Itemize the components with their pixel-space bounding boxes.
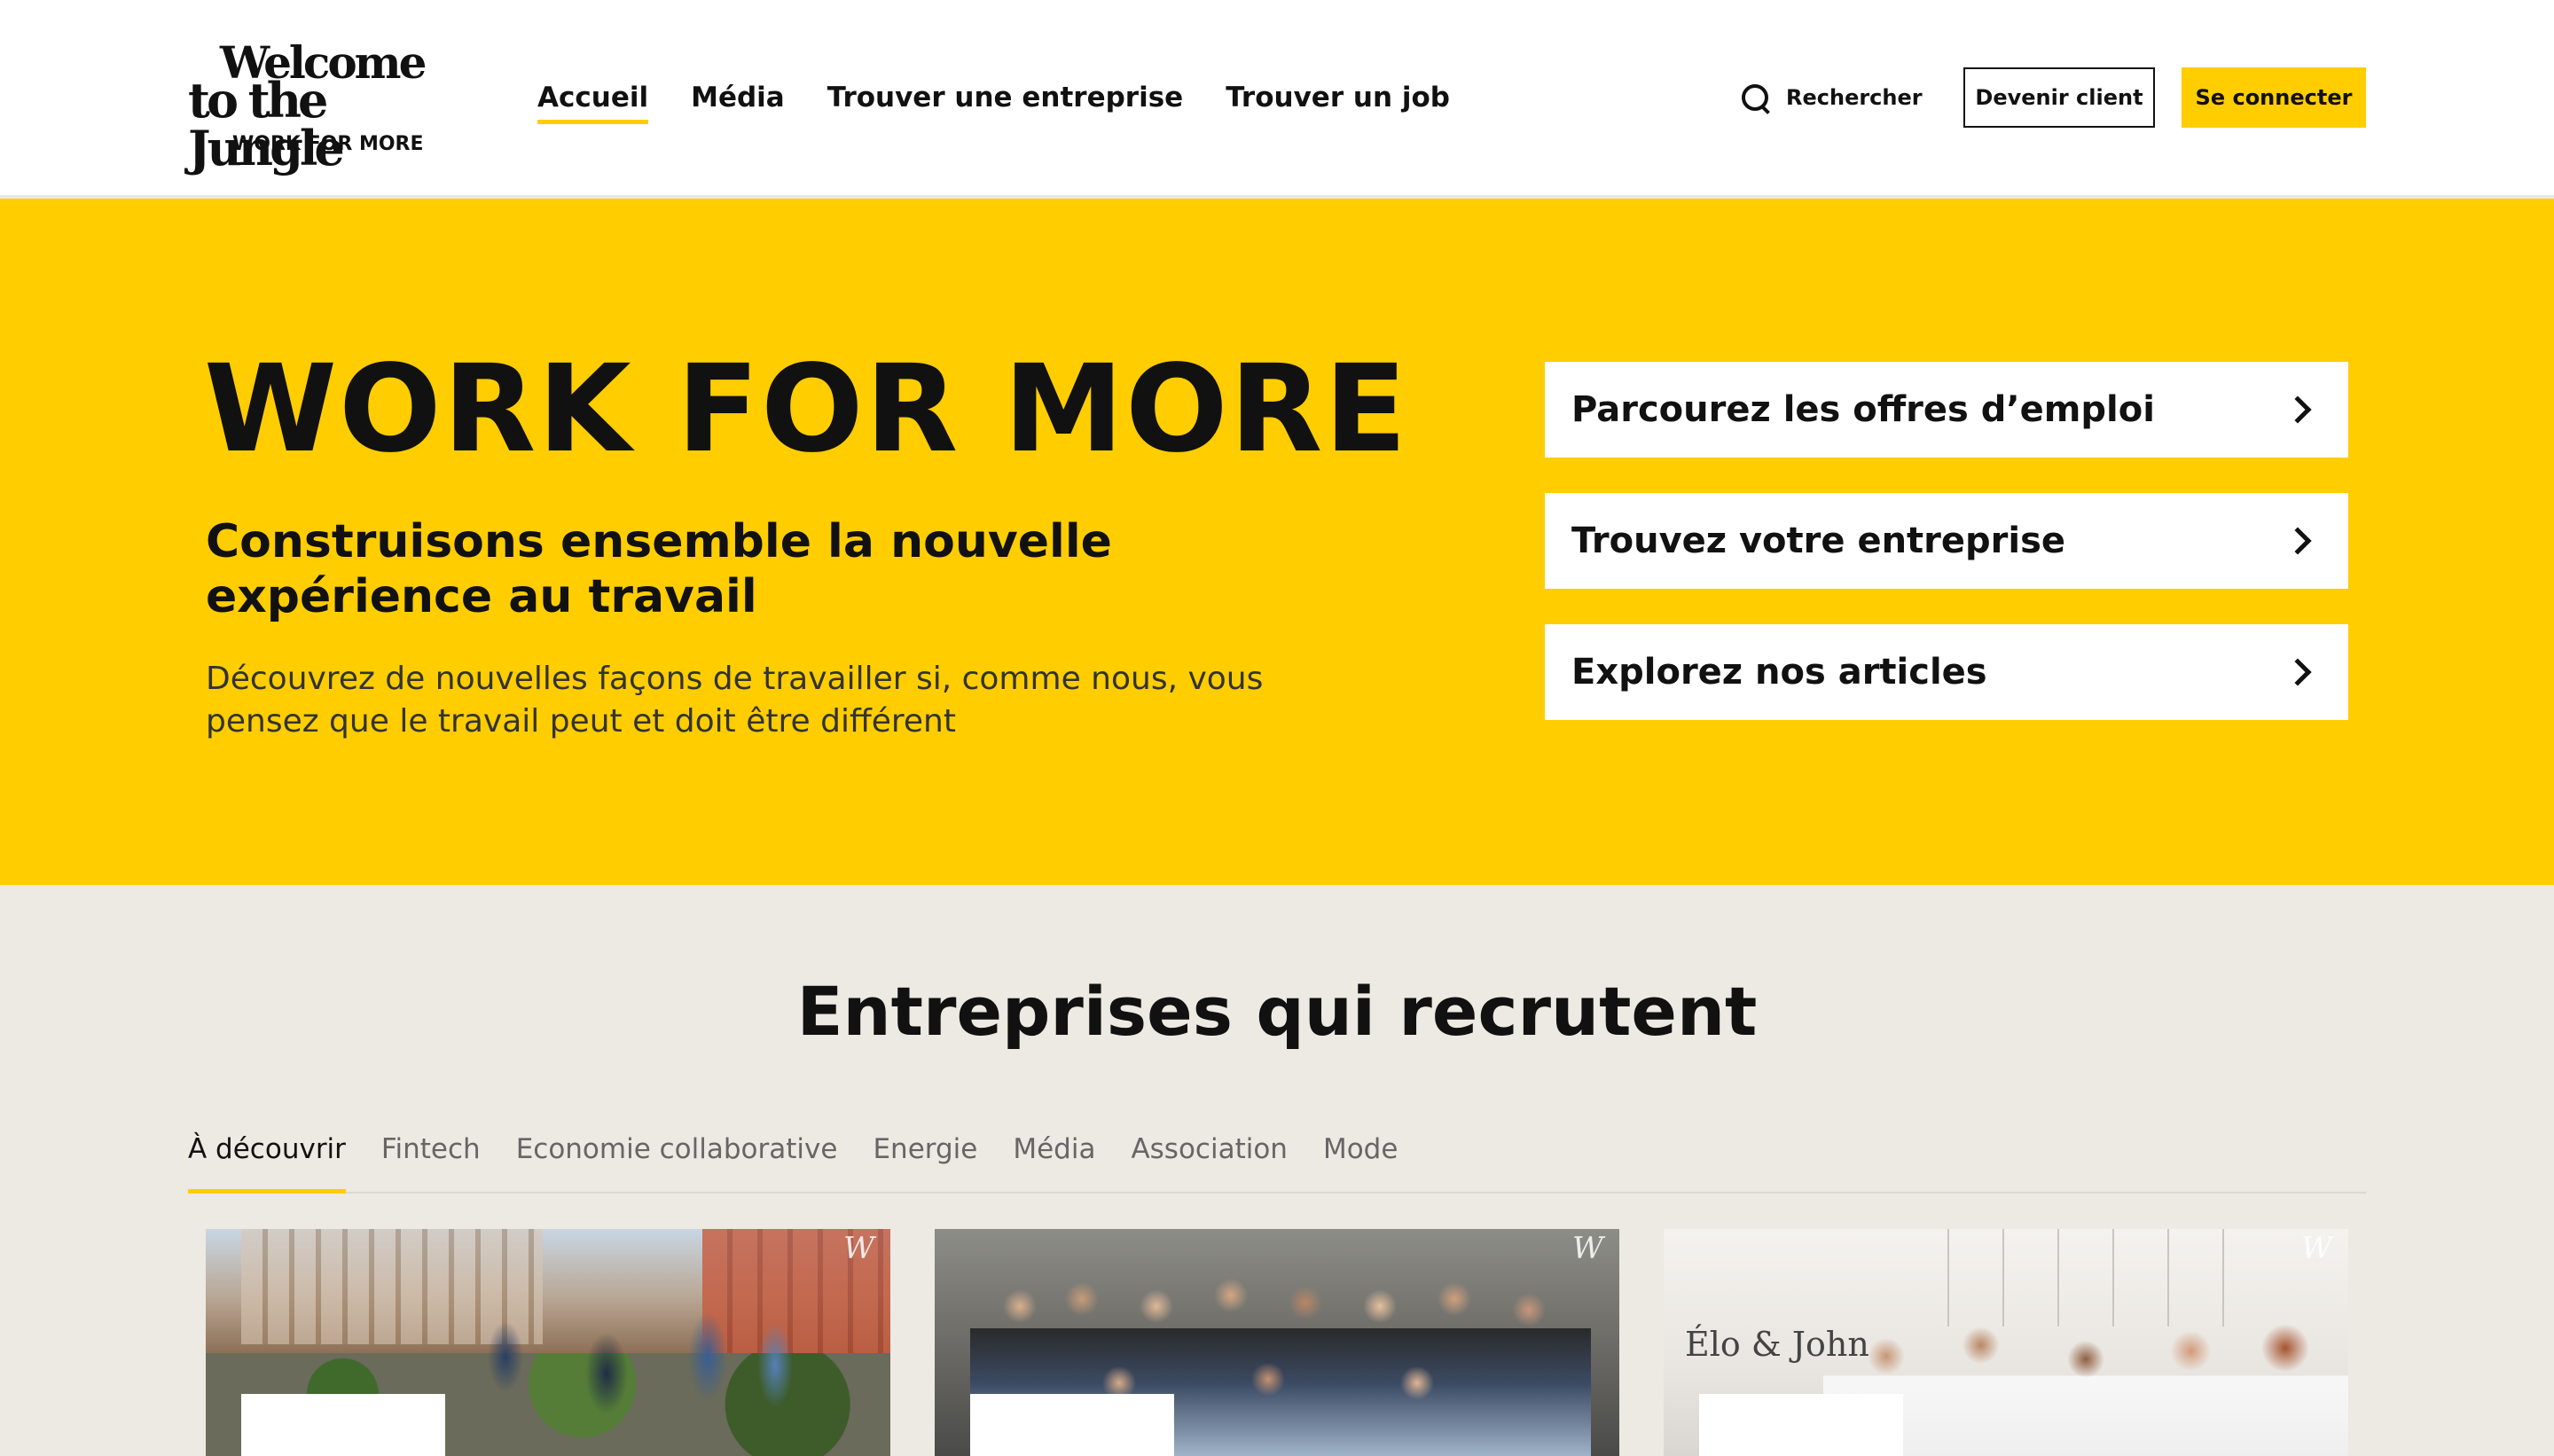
hero-link-entreprise[interactable]: Trouvez votre entreprise xyxy=(1545,493,2348,589)
login-button[interactable]: Se connecter xyxy=(2182,67,2366,128)
logo-tagline: WORK FOR MORE xyxy=(232,133,424,155)
tab-media[interactable]: Média xyxy=(1013,1124,1095,1181)
tab-a-decouvrir[interactable]: À découvrir xyxy=(188,1124,346,1194)
hero-description: Découvrez de nouvelles façons de travail… xyxy=(206,661,1264,740)
company-logo-tile xyxy=(241,1394,445,1456)
company-logo-tile xyxy=(1699,1394,1903,1456)
search-icon xyxy=(1740,82,1770,113)
become-client-button[interactable]: Devenir client xyxy=(1963,67,2155,128)
companies-title: Entreprises qui recrutent xyxy=(796,972,1758,1051)
chevron-right-icon xyxy=(2284,395,2312,424)
hero-section: WORK FOR MORE Construisons ensemble la n… xyxy=(0,199,2554,885)
chevron-right-icon xyxy=(2284,527,2312,555)
search-label: Rechercher xyxy=(1786,85,1923,110)
card-photo-people xyxy=(472,1291,809,1456)
company-card[interactable]: Élo & John W xyxy=(1664,1229,2348,1456)
wttj-logo-mark: W xyxy=(843,1231,874,1266)
companies-tabs: À découvrir Fintech Economie collaborati… xyxy=(188,1124,2366,1194)
company-card[interactable]: W xyxy=(206,1229,890,1456)
company-logo-tile xyxy=(970,1394,1174,1456)
logo-line-2: to the Jungle xyxy=(188,72,345,176)
hero-link-articles[interactable]: Explorez nos articles xyxy=(1545,624,2348,720)
search-button[interactable]: Rechercher xyxy=(1740,80,1923,115)
company-cards: W W Élo & John W xyxy=(206,1229,2348,1456)
hero-links: Parcourez les offres d’emploi Trouvez vo… xyxy=(1545,362,2348,755)
hero-title: WORK FOR MORE xyxy=(204,340,1409,480)
logo[interactable]: Welcome to the Jungle WORK FOR MORE xyxy=(184,41,450,173)
tab-association[interactable]: Association xyxy=(1131,1124,1288,1181)
hero-subtitle: Construisons ensemble la nouvelle expéri… xyxy=(206,515,1112,623)
company-card[interactable]: W xyxy=(935,1229,1619,1456)
nav-item-trouver-entreprise[interactable]: Trouver une entreprise xyxy=(827,78,1183,117)
nav-item-trouver-job[interactable]: Trouver un job xyxy=(1226,78,1450,117)
hero-link-label: Parcourez les offres d’emploi xyxy=(1571,389,2155,430)
nav-item-media[interactable]: Média xyxy=(691,78,785,117)
hero-link-label: Explorez nos articles xyxy=(1571,652,1987,693)
chevron-right-icon xyxy=(2284,658,2312,686)
wttj-logo-mark: W xyxy=(2301,1231,2332,1266)
tab-economie-collaborative[interactable]: Economie collaborative xyxy=(516,1124,838,1181)
main-nav: Accueil Média Trouver une entreprise Tro… xyxy=(537,78,1450,124)
site-header: Welcome to the Jungle WORK FOR MORE Accu… xyxy=(0,0,2554,197)
tab-mode[interactable]: Mode xyxy=(1323,1124,1398,1181)
wttj-logo-mark: W xyxy=(1572,1231,1603,1266)
hero-link-offres[interactable]: Parcourez les offres d’emploi xyxy=(1545,362,2348,458)
nav-item-accueil[interactable]: Accueil xyxy=(537,78,649,124)
tab-fintech[interactable]: Fintech xyxy=(381,1124,481,1181)
card-photo-lamps xyxy=(1894,1229,2267,1327)
hero-link-label: Trouvez votre entreprise xyxy=(1571,521,2066,561)
tab-energie[interactable]: Energie xyxy=(873,1124,977,1181)
